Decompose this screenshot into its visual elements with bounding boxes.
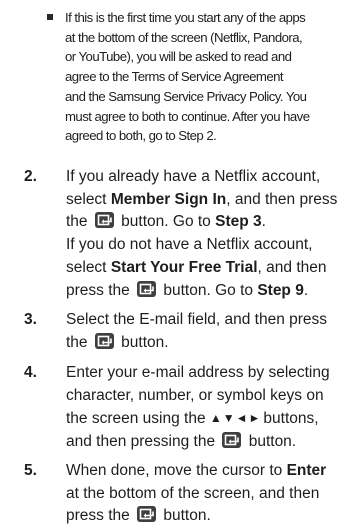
step-line: When done, move the cursor to Enter — [66, 462, 327, 479]
direction-arrows-icon: ▲▼◄► — [209, 411, 262, 426]
step-number: 2. — [24, 168, 37, 185]
step-number: 5. — [24, 462, 37, 479]
enter-button-icon — [94, 212, 114, 229]
bullet-line: at the bottom of the screen (Netflix, Pa… — [65, 29, 303, 45]
step-line: press the button. — [66, 506, 211, 525]
step-text: When done, move the cursor to Enter at t… — [66, 460, 356, 528]
step-line: If you do not have a Netflix account, — [66, 236, 313, 254]
step-text: If you already have a Netflix account, s… — [66, 166, 356, 302]
manual-page: If this is the first time you start any … — [0, 0, 356, 529]
step-line: If you already have a Netflix account, — [66, 168, 321, 185]
enter-button-icon — [137, 280, 157, 297]
step-text: Select the E-mail field, and then press … — [66, 309, 356, 354]
step-line: select Start Your Free Trial, and then — [66, 258, 327, 276]
enter-button-icon — [94, 332, 114, 349]
step-line: press the button. Go to Step 9. — [66, 280, 309, 299]
bullet-line: and the Samsung Service Privacy Policy. … — [65, 88, 307, 104]
bullet-line: agree to the Terms of Service Agreement — [65, 69, 284, 85]
enter-button-icon — [222, 432, 242, 449]
step-text: Enter your e-mail address by selecting c… — [66, 362, 356, 454]
bullet-line: must agree to both to continue. After yo… — [65, 108, 310, 124]
step-line: at the bottom of the screen, and then — [66, 484, 320, 502]
step-line: Enter your e-mail address by selecting — [66, 364, 330, 381]
member-sign-in-label: Member Sign In — [110, 190, 227, 208]
step-line: character, number, or symbol keys on — [66, 386, 324, 404]
step-line: Select the E-mail field, and then press — [66, 311, 328, 328]
step-line: and then pressing the button. — [66, 432, 297, 451]
enter-label: Enter — [286, 462, 327, 479]
bullet-line: If this is the first time you start any … — [65, 10, 306, 25]
start-free-trial-label: Start Your Free Trial — [110, 258, 258, 276]
step-line: the button. — [66, 332, 169, 351]
step-line: select Member Sign In, and then press — [66, 190, 338, 208]
bullet-marker — [47, 14, 53, 20]
step-number: 3. — [24, 311, 37, 328]
step-number: 4. — [24, 364, 37, 381]
bullet-line: or YouTube), you will be asked to read a… — [65, 49, 292, 65]
enter-button-icon — [137, 506, 157, 523]
bullet-line: agreed to both, go to Step 2. — [65, 128, 217, 144]
bullet-note: If this is the first time you start any … — [65, 8, 355, 146]
step-line: the screen using the ▲▼◄► buttons, — [66, 410, 319, 428]
step-line: the button. Go to Step 3. — [66, 212, 266, 231]
